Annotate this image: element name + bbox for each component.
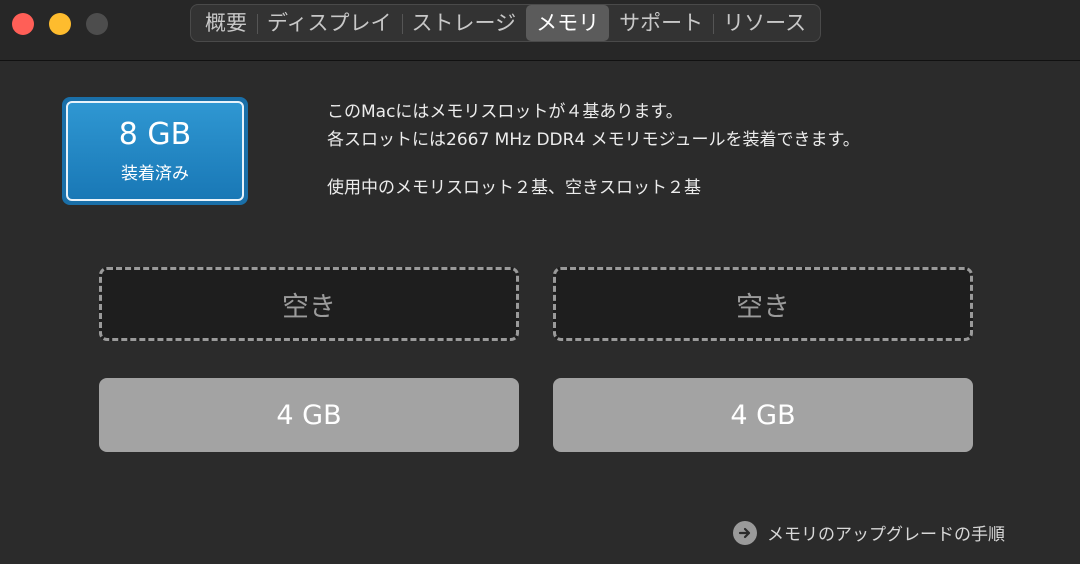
tab-memory[interactable]: メモリ bbox=[526, 5, 610, 41]
memory-slot-filled: 4 GB bbox=[99, 378, 519, 452]
slot-usage-text: 使用中のメモリスロット２基、空きスロット２基 bbox=[327, 178, 701, 198]
tab-displays[interactable]: ディスプレイ bbox=[257, 5, 402, 41]
about-this-mac-window: 概要 ディスプレイ ストレージ メモリ サポート リソース 8 GB 装着済み … bbox=[0, 0, 1080, 564]
memory-slot-empty: 空き bbox=[99, 267, 519, 341]
minimize-window-button[interactable] bbox=[49, 13, 71, 35]
installed-memory-label: 装着済み bbox=[121, 164, 189, 184]
tab-support[interactable]: サポート bbox=[609, 5, 713, 41]
memory-upgrade-link[interactable]: メモリのアップグレードの手順 bbox=[733, 520, 1005, 545]
installed-memory-badge: 8 GB 装着済み bbox=[62, 97, 248, 205]
tab-resources[interactable]: リソース bbox=[713, 5, 816, 41]
installed-memory-size: 8 GB bbox=[118, 117, 192, 152]
memory-slot-filled: 4 GB bbox=[553, 378, 973, 452]
title-bar: 概要 ディスプレイ ストレージ メモリ サポート リソース bbox=[0, 0, 1080, 61]
memory-slot-empty: 空き bbox=[553, 267, 973, 341]
tab-storage[interactable]: ストレージ bbox=[401, 5, 527, 41]
memory-info: このMacにはメモリスロットが４基あります。 各スロットには2667 MHz D… bbox=[327, 98, 860, 202]
tab-overview[interactable]: 概要 bbox=[195, 5, 257, 41]
module-spec-text: 各スロットには2667 MHz DDR4 メモリモジュールを装着できます。 bbox=[327, 130, 860, 150]
zoom-window-button[interactable] bbox=[86, 13, 108, 35]
memory-upgrade-label: メモリのアップグレードの手順 bbox=[767, 525, 1005, 545]
close-window-button[interactable] bbox=[12, 13, 34, 35]
arrow-right-circle-icon bbox=[733, 520, 757, 545]
slot-count-text: このMacにはメモリスロットが４基あります。 bbox=[327, 102, 683, 122]
segmented-tab-bar: 概要 ディスプレイ ストレージ メモリ サポート リソース bbox=[190, 4, 822, 42]
installed-memory-frame: 8 GB 装着済み bbox=[66, 101, 244, 201]
